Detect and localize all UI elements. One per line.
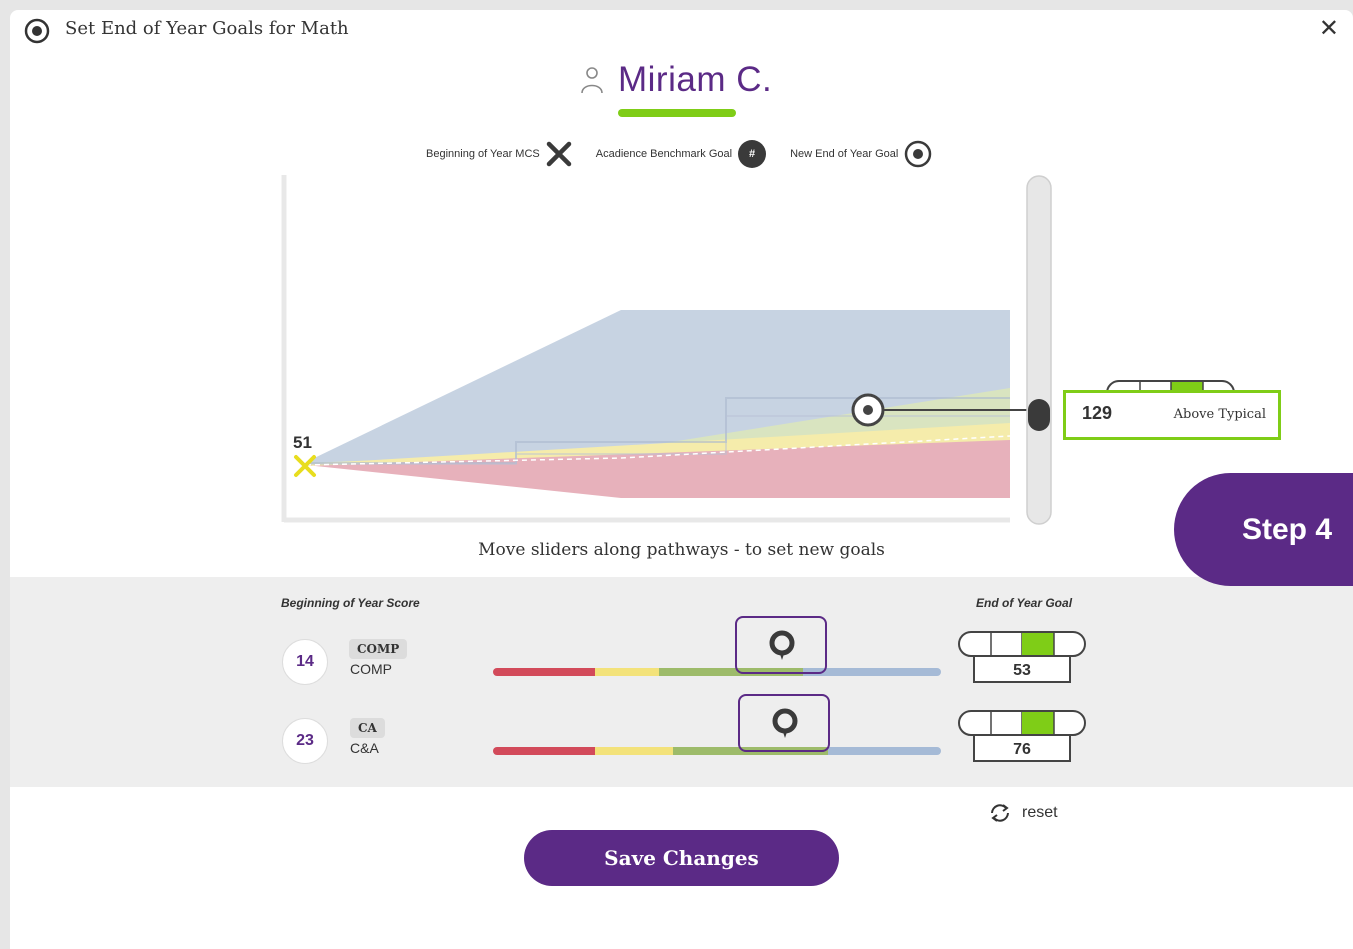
new-goal-marker[interactable] [851, 393, 885, 427]
step-label: Step 4 [1242, 513, 1333, 546]
reset-button[interactable]: reset [988, 802, 1058, 824]
goal-status: Above Typical [1173, 407, 1266, 422]
subscore-name: COMP [350, 661, 392, 677]
subscore-pill: COMP [349, 639, 408, 659]
goal-vertical-slider-track[interactable] [1026, 175, 1052, 525]
boy-score-circle: 23 [282, 718, 328, 764]
step-badge: Step 4 [1174, 473, 1353, 586]
comp-goal-meter [958, 631, 1086, 657]
slider-instructions: Move sliders along pathways - to set new… [478, 540, 885, 560]
ca-goal-value: 76 [973, 734, 1071, 762]
boy-score-circle: 14 [282, 639, 328, 685]
ca-slider-track[interactable] [493, 747, 941, 755]
reset-label: reset [1022, 804, 1058, 821]
boy-score-header: Beginning of Year Score [281, 596, 420, 610]
comp-slider-track[interactable] [493, 668, 941, 676]
ca-slider-handle[interactable] [738, 694, 830, 752]
goal-setting-modal: Set End of Year Goals for Math ✕ Miriam … [10, 10, 1353, 949]
comp-slider-handle[interactable] [735, 616, 827, 674]
boy-mcs-x-marker [294, 455, 316, 477]
goal-value-box: 129 Above Typical [1063, 390, 1281, 440]
pathway-chart: 51 [281, 175, 1235, 525]
comp-goal-value: 53 [973, 655, 1071, 683]
eoy-goal-header: End of Year Goal [976, 596, 1073, 610]
boy-mcs-value: 51 [293, 433, 312, 452]
save-changes-button[interactable]: Save Changes [524, 830, 839, 886]
refresh-icon [991, 804, 1009, 822]
map-pin-icon [769, 630, 795, 660]
subscore-name: C&A [350, 740, 379, 756]
goal-vertical-slider-handle[interactable] [1028, 399, 1050, 431]
map-pin-icon [772, 708, 798, 738]
goal-value: 129 [1082, 403, 1113, 423]
subscore-sliders-section: Beginning of Year Score End of Year Goal… [10, 577, 1353, 787]
ca-goal-meter [958, 710, 1086, 736]
subscore-pill: CA [350, 718, 385, 738]
